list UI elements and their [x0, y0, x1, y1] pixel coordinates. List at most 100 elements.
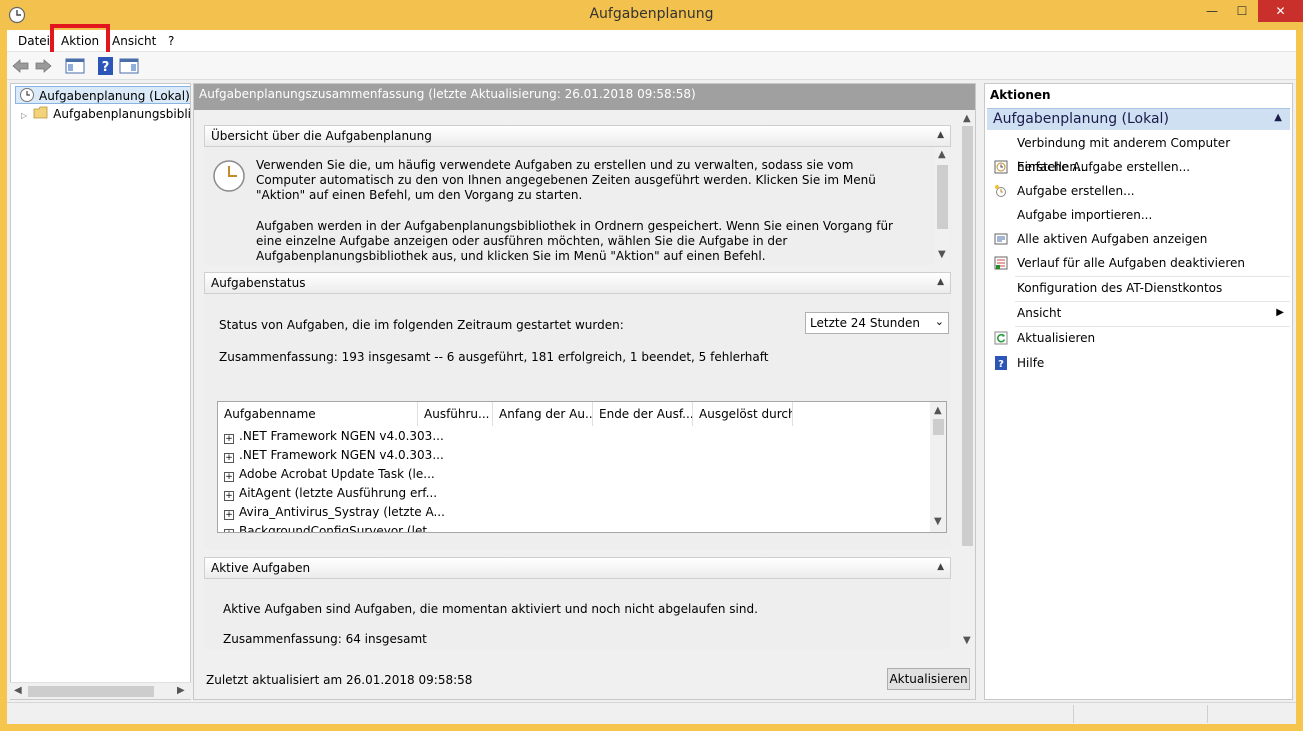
table-row[interactable]: + Adobe Acrobat Update Task (le... — [224, 465, 435, 484]
active-tasks-section-header[interactable]: Aktive Aufgaben ▲ — [204, 557, 951, 579]
action-show-running-tasks[interactable]: Alle aktiven Aufgaben anzeigen — [987, 227, 1290, 251]
summary-footer: Zuletzt aktualisiert am 26.01.2018 09:58… — [194, 662, 975, 700]
expand-chevron-icon[interactable]: ▷ — [21, 111, 27, 120]
submenu-arrow-icon: ▶ — [1276, 307, 1284, 318]
summary-scrollbar[interactable]: ▲ ▼ — [959, 110, 975, 649]
column-header-trigger[interactable]: Ausgelöst durch — [693, 402, 793, 426]
back-arrow-icon[interactable] — [11, 56, 31, 76]
refresh-button[interactable]: Aktualisieren — [887, 668, 970, 690]
forward-arrow-icon[interactable] — [33, 56, 53, 76]
scroll-down-icon[interactable]: ▼ — [934, 516, 942, 527]
table-row[interactable]: + BackgroundConfigSurveyor (let... — [224, 522, 439, 533]
column-header-end[interactable]: Ende der Ausf... — [593, 402, 693, 426]
overview-scrollbar[interactable]: ▲ ▼ — [934, 147, 950, 265]
scroll-down-icon[interactable]: ▼ — [938, 249, 946, 260]
collapse-icon[interactable]: ▲ — [937, 277, 944, 287]
table-row[interactable]: + .NET Framework NGEN v4.0.303... — [224, 446, 444, 465]
action-view[interactable]: Ansicht ▶ — [987, 301, 1290, 325]
scroll-thumb[interactable] — [933, 419, 944, 435]
row-label: BackgroundConfigSurveyor (let... — [239, 524, 439, 533]
collapse-icon[interactable]: ▲ — [937, 130, 944, 140]
status-section-header[interactable]: Aufgabenstatus ▲ — [204, 272, 951, 294]
tree-root-label: Aufgabenplanung (Lokal) — [39, 89, 190, 103]
time-range-select[interactable]: Letzte 24 Stunden ⌄ — [805, 312, 949, 334]
expand-plus-icon[interactable]: + — [224, 491, 234, 501]
menu-bar: Datei Aktion Ansicht ? — [7, 24, 1296, 56]
tree-item-aufgabenplanung-lokal[interactable]: Aufgabenplanung (Lokal) — [15, 86, 190, 104]
svg-text:?: ? — [998, 359, 1004, 370]
action-create-task[interactable]: Aufgabe erstellen... — [987, 179, 1290, 203]
time-range-value: Letzte 24 Stunden — [810, 316, 920, 330]
action-label: Aktualisieren — [1017, 331, 1096, 345]
action-import-task[interactable]: Aufgabe importieren... — [987, 203, 1290, 227]
action-label: Aufgabe importieren... — [1017, 208, 1153, 222]
active-tasks-section: Aktive Aufgaben ▲ Aktive Aufgaben sind A… — [204, 557, 951, 649]
tree-child-label: Aufgabenplanungsbibliot — [53, 107, 191, 121]
scroll-up-icon[interactable]: ▲ — [963, 113, 971, 124]
tree-horizontal-scrollbar[interactable]: ◀ ▶ — [10, 682, 191, 699]
active-tasks-description: Aktive Aufgaben sind Aufgaben, die momen… — [223, 602, 758, 616]
scroll-left-icon[interactable]: ◀ — [14, 685, 22, 696]
column-header-result[interactable]: Ausführu... — [418, 402, 493, 426]
help-icon[interactable]: ? — [96, 56, 116, 76]
action-at-service-account[interactable]: Konfiguration des AT-Dienstkontos — [987, 276, 1290, 300]
menu-help[interactable]: ? — [168, 34, 174, 48]
scroll-down-icon[interactable]: ▼ — [963, 635, 971, 646]
collapse-icon[interactable]: ▲ — [1274, 112, 1282, 123]
status-prompt: Status von Aufgaben, die im folgenden Ze… — [219, 318, 624, 332]
action-label: Aufgabe erstellen... — [1017, 184, 1135, 198]
scroll-thumb[interactable] — [937, 165, 948, 229]
running-tasks-icon — [994, 233, 1008, 245]
action-create-basic-task[interactable]: Einfache Aufgabe erstellen... — [987, 155, 1290, 179]
tree-item-bibliothek[interactable]: ▷ Aufgabenplanungsbibliot — [21, 105, 191, 123]
show-hide-action-pane-icon[interactable] — [119, 56, 139, 76]
overview-section: Übersicht über die Aufgabenplanung ▲ Ver… — [204, 125, 951, 265]
divider — [1207, 705, 1208, 723]
active-tasks-title: Aktive Aufgaben — [211, 561, 311, 575]
minimize-button[interactable]: — — [1198, 0, 1226, 22]
scroll-thumb[interactable] — [28, 686, 154, 697]
console-tree: Aufgabenplanung (Lokal) ▷ Aufgabenplanun… — [10, 83, 191, 700]
column-header-name[interactable]: Aufgabenname — [218, 402, 418, 426]
window-frame: Datei Aktion Ansicht ? ? Aufgabenplanung… — [7, 24, 1296, 724]
expand-plus-icon[interactable]: + — [224, 453, 234, 463]
status-summary: Zusammenfassung: 193 insgesamt -- 6 ausg… — [219, 350, 769, 364]
menu-datei[interactable]: Datei — [18, 34, 50, 48]
table-row[interactable]: + AitAgent (letzte Ausführung erf... — [224, 484, 437, 503]
action-help[interactable]: ? Hilfe — [987, 351, 1290, 375]
action-label: Ansicht — [1017, 306, 1062, 320]
expand-plus-icon[interactable]: + — [224, 510, 234, 520]
actions-pane: Aktionen Aufgabenplanung (Lokal) ▲ Verbi… — [984, 83, 1293, 700]
last-updated-text: Zuletzt aktualisiert am 26.01.2018 09:58… — [206, 673, 473, 687]
overview-title: Übersicht über die Aufgabenplanung — [211, 129, 432, 143]
task-status-table: Aufgabenname Ausführu... Anfang der Au..… — [217, 401, 947, 533]
active-tasks-summary: Zusammenfassung: 64 insgesamt — [223, 632, 427, 646]
divider — [1073, 705, 1074, 723]
action-connect-computer[interactable]: Verbindung mit anderem Computer herstell… — [987, 131, 1290, 174]
scroll-up-icon[interactable]: ▲ — [934, 405, 942, 416]
table-scrollbar[interactable]: ▲ ▼ — [930, 402, 946, 532]
menu-ansicht[interactable]: Ansicht — [112, 34, 156, 48]
action-disable-history[interactable]: Verlauf für alle Aufgaben deaktivieren — [987, 251, 1290, 275]
scroll-up-icon[interactable]: ▲ — [938, 149, 946, 160]
status-title: Aufgabenstatus — [211, 276, 306, 290]
table-row[interactable]: + Avira_Antivirus_Systray (letzte A... — [224, 503, 445, 522]
maximize-button[interactable]: ☐ — [1228, 0, 1256, 22]
action-label: Hilfe — [1017, 356, 1045, 370]
column-header-start[interactable]: Anfang der Au... — [493, 402, 593, 426]
action-refresh[interactable]: Aktualisieren — [987, 326, 1290, 350]
collapse-icon[interactable]: ▲ — [937, 562, 944, 572]
actions-group-header[interactable]: Aufgabenplanung (Lokal) ▲ — [987, 108, 1290, 130]
row-label: .NET Framework NGEN v4.0.303... — [239, 429, 444, 443]
scroll-right-icon[interactable]: ▶ — [177, 685, 185, 696]
expand-plus-icon[interactable]: + — [224, 529, 234, 532]
summary-pane: Aufgabenplanungszusammenfassung (letzte … — [193, 83, 976, 700]
expand-plus-icon[interactable]: + — [224, 434, 234, 444]
overview-section-header[interactable]: Übersicht über die Aufgabenplanung ▲ — [204, 125, 951, 147]
expand-plus-icon[interactable]: + — [224, 472, 234, 482]
scroll-thumb[interactable] — [962, 126, 973, 546]
close-button[interactable]: ✕ — [1258, 0, 1303, 22]
table-row[interactable]: + .NET Framework NGEN v4.0.303... — [224, 427, 444, 446]
action-label: Verlauf für alle Aufgaben deaktivieren — [1017, 256, 1245, 270]
show-hide-console-tree-icon[interactable] — [65, 56, 85, 76]
